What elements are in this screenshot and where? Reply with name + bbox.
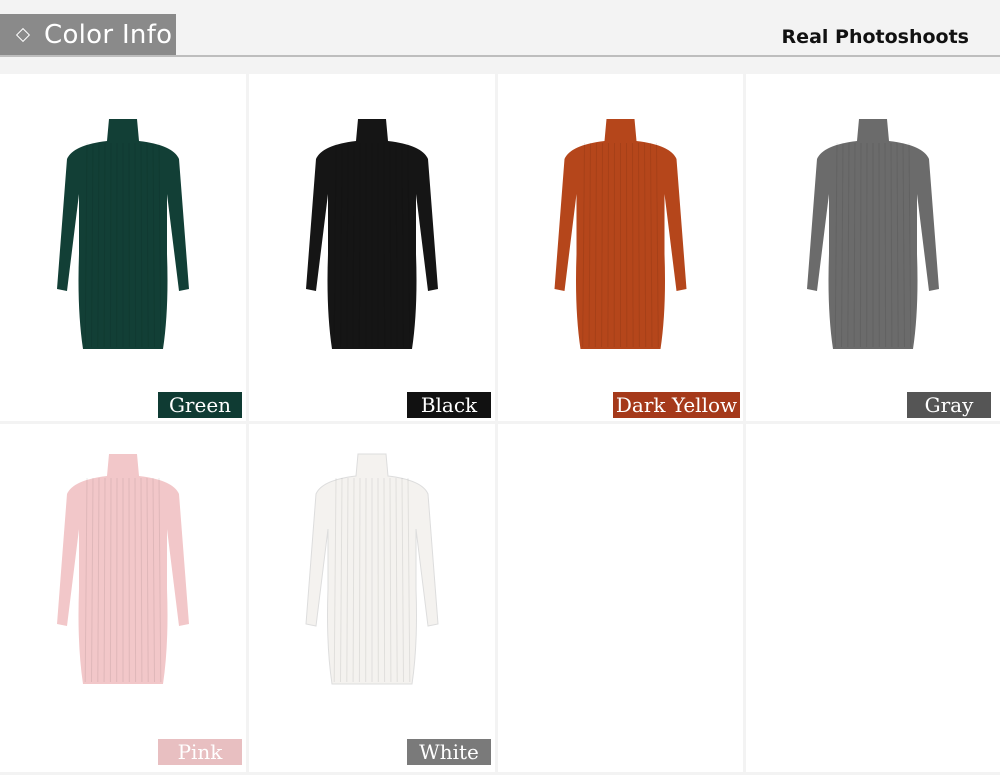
color-label-white: White [407, 739, 491, 765]
black-dress-image [306, 119, 438, 349]
color-card-gray[interactable]: Gray [746, 74, 1000, 421]
color-label-black: Black [407, 392, 491, 418]
header-divider [0, 55, 1000, 57]
gray-dress-image [807, 119, 939, 349]
empty-card [746, 424, 1000, 772]
tab-label: Color Info [44, 20, 173, 50]
diamond-icon [15, 27, 31, 43]
rib-line [884, 142, 887, 348]
rib-line [607, 142, 609, 348]
color-label-pink: Pink [158, 739, 242, 765]
color-label-dark-yellow: Dark Yellow [613, 392, 740, 418]
pink-dress-image [57, 454, 189, 684]
color-label-green: Green [158, 392, 242, 418]
white-dress-image [305, 453, 439, 685]
color-card-dark-yellow[interactable]: Dark Yellow [498, 74, 743, 421]
color-card-black[interactable]: Black [249, 74, 495, 421]
color-grid: Green Black Dark Yellow Gray Pink White [0, 74, 1000, 775]
rib-line [859, 142, 862, 348]
empty-card [498, 424, 743, 772]
color-card-pink[interactable]: Pink [0, 424, 246, 772]
color-card-green[interactable]: Green [0, 74, 246, 421]
rib-line [134, 477, 137, 683]
rib-line [383, 477, 386, 683]
color-label-gray: Gray [907, 392, 991, 418]
real-photoshoots-title: Real Photoshoots [781, 26, 969, 48]
color-info-tab[interactable]: Color Info [0, 14, 176, 56]
rib-line [632, 142, 634, 348]
rib-line [358, 142, 361, 348]
rib-line [109, 477, 112, 683]
dark-yellow-dress-image [554, 119, 687, 349]
green-dress-image [57, 119, 189, 349]
rib-line [358, 477, 361, 683]
rib-line [383, 142, 386, 348]
rib-line [109, 142, 112, 348]
header: Color Info Real Photoshoots [0, 0, 1000, 62]
rib-line [134, 142, 137, 348]
color-card-white[interactable]: White [249, 424, 495, 772]
